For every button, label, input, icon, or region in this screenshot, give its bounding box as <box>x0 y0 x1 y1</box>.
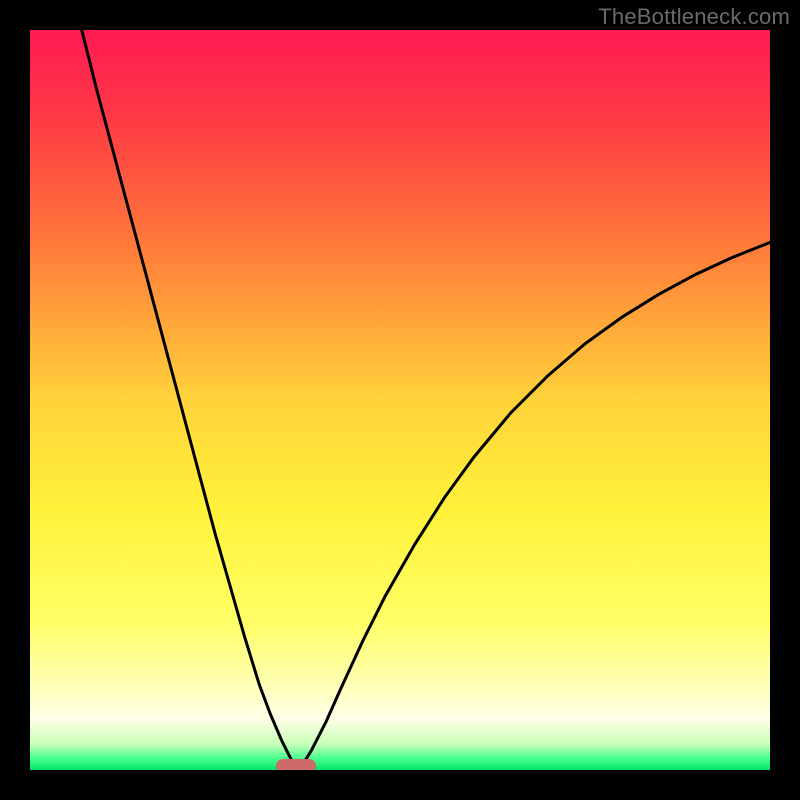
optimum-marker <box>276 759 316 770</box>
chart-frame: TheBottleneck.com <box>0 0 800 800</box>
plot-area <box>30 30 770 770</box>
bottleneck-curve <box>30 30 770 770</box>
watermark-text: TheBottleneck.com <box>598 4 790 30</box>
